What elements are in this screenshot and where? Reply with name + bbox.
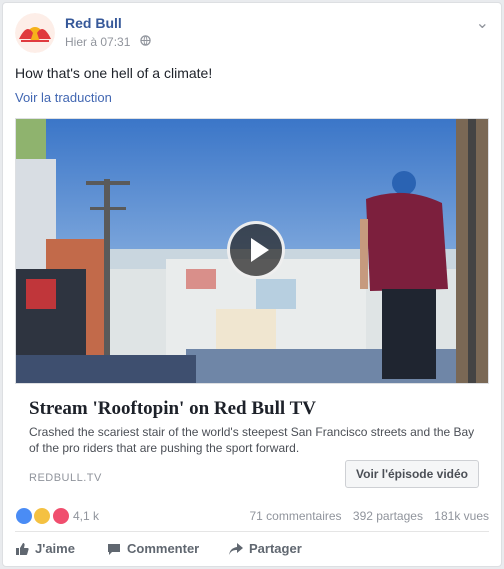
link-source: REDBULL.TV (29, 472, 102, 484)
post-meta: Hier à 07:31 (65, 35, 151, 49)
share-label: Partager (249, 541, 302, 556)
haha-reaction-icon (33, 507, 52, 525)
watch-episode-button[interactable]: Voir l'épisode vidéo (345, 460, 479, 488)
divider (15, 531, 489, 532)
page-avatar[interactable] (15, 13, 55, 53)
link-preview[interactable]: Stream 'Rooftopin' on Red Bull TV Crashe… (15, 384, 489, 496)
link-title[interactable]: Stream 'Rooftopin' on Red Bull TV (29, 398, 316, 420)
post-text: How that's one hell of a climate! (15, 65, 213, 81)
reactions-bar: 4,1 k 71 commentaires 392 partages 181k … (15, 505, 489, 527)
more-options-icon[interactable]: ⌄ (476, 13, 489, 33)
comment-button[interactable]: Commenter (107, 541, 199, 556)
share-button[interactable]: Partager (229, 541, 302, 556)
share-icon (229, 542, 243, 555)
post-card: Red Bull Hier à 07:31 ⌄ How that's one h… (2, 2, 502, 567)
post-date[interactable]: Hier à 07:31 (65, 35, 130, 49)
action-bar: J'aime Commenter Partager (15, 537, 489, 563)
link-description: Crashed the scariest stair of the world'… (29, 425, 475, 455)
comments-count[interactable]: 71 commentaires (250, 509, 342, 523)
video-thumbnail[interactable] (15, 118, 489, 384)
like-label: J'aime (35, 541, 75, 556)
page-name[interactable]: Red Bull (65, 15, 122, 31)
comment-icon (108, 543, 120, 555)
reaction-count[interactable]: 4,1 k (73, 509, 99, 523)
love-reaction-icon (51, 507, 70, 525)
post-header: Red Bull Hier à 07:31 ⌄ (15, 13, 489, 53)
globe-icon (139, 35, 151, 49)
shares-count[interactable]: 392 partages (353, 509, 423, 523)
thumbs-up-icon (16, 542, 29, 555)
like-button[interactable]: J'aime (15, 541, 75, 556)
post-stats: 71 commentaires 392 partages 181k vues (242, 509, 490, 523)
like-reaction-icon (15, 507, 33, 525)
comment-label: Commenter (127, 541, 200, 556)
play-button[interactable] (227, 221, 285, 279)
red-bull-logo-icon (15, 13, 55, 53)
see-translation-link[interactable]: Voir la traduction (15, 90, 112, 105)
reaction-icons[interactable] (15, 507, 70, 528)
views-count: 181k vues (434, 509, 489, 523)
